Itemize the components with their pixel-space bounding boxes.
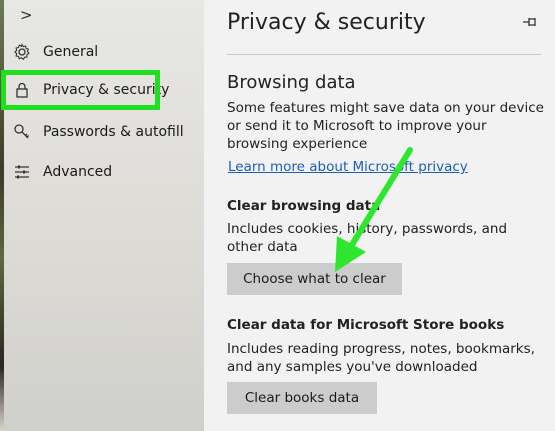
- sidebar-item-advanced[interactable]: Advanced: [8, 156, 188, 188]
- key-icon: [11, 123, 33, 141]
- arrow-annotation: [335, 147, 413, 272]
- sidebar-item-label: General: [43, 44, 99, 60]
- clear-books-description: Includes reading progress, notes, bookma…: [227, 341, 535, 375]
- divider: [227, 54, 541, 55]
- sidebar-item-label: Passwords & autofill: [43, 124, 184, 140]
- sidebar-item-label: Advanced: [43, 164, 113, 180]
- chevron-right-icon[interactable]: >: [20, 6, 33, 24]
- settings-window: > General Privacy & security Passwords &: [0, 0, 555, 431]
- sliders-icon: [11, 163, 33, 181]
- section-title-browsing-data: Browsing data: [227, 72, 356, 93]
- pin-icon[interactable]: [522, 14, 540, 33]
- highlight-box: [1, 70, 160, 110]
- page-title: Privacy & security: [227, 10, 426, 35]
- sidebar-item-passwords-autofill[interactable]: Passwords & autofill: [8, 116, 188, 148]
- sidebar-item-general[interactable]: General: [8, 36, 188, 68]
- clear-books-data-button[interactable]: Clear books data: [227, 382, 377, 414]
- gear-icon: [11, 43, 33, 61]
- subsection-title-clear-books: Clear data for Microsoft Store books: [227, 317, 505, 333]
